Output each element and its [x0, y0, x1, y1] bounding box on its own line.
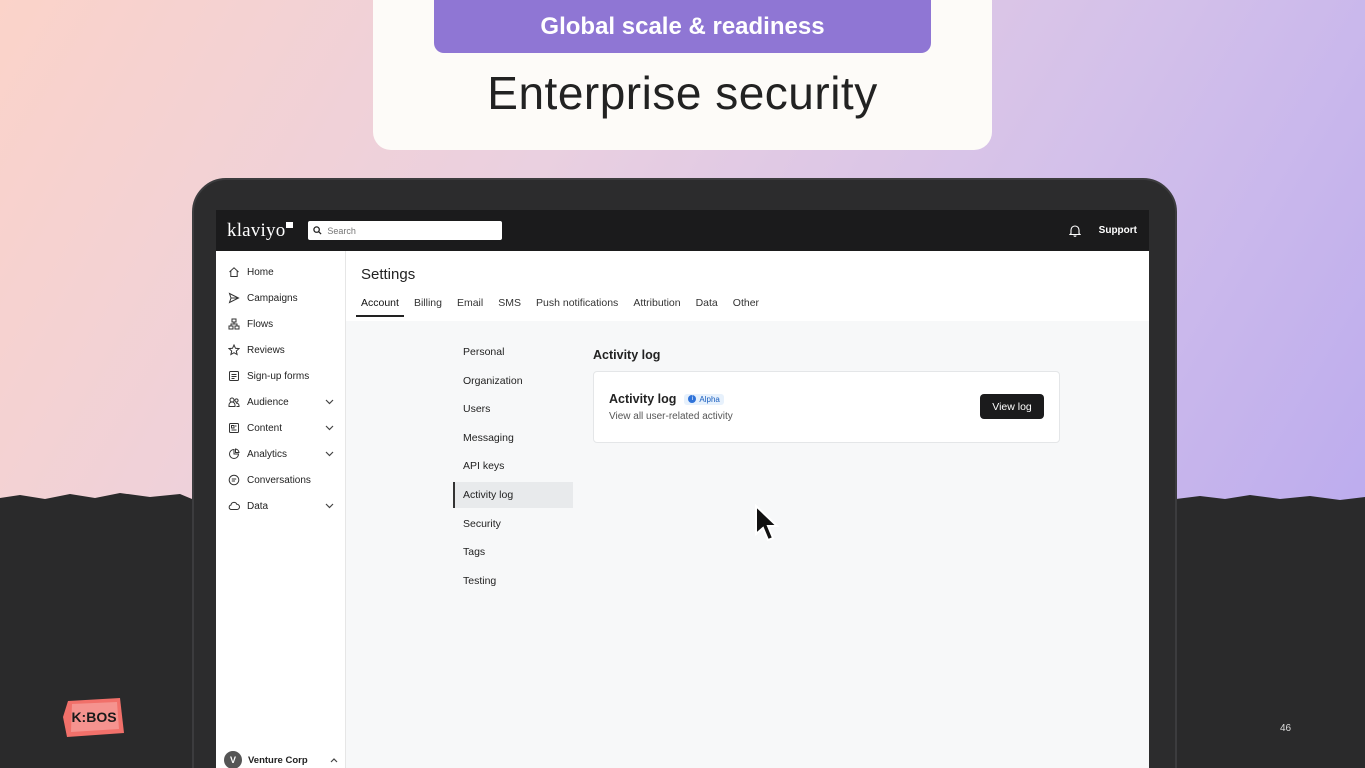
tab-data[interactable]: Data	[696, 297, 718, 317]
subnav-item-api-keys[interactable]: API keys	[453, 453, 573, 479]
subnav-item-security[interactable]: Security	[453, 511, 573, 537]
send-icon	[228, 292, 241, 305]
headline-card: Global scale & readiness Enterprise secu…	[373, 0, 992, 150]
card-subtitle: View all user-related activity	[609, 411, 733, 422]
tab-sms[interactable]: SMS	[498, 297, 521, 317]
sidebar-item-home[interactable]: Home	[228, 263, 334, 281]
badge-label: Alpha	[699, 394, 720, 404]
sidebar-item-signup-forms[interactable]: Sign-up forms	[228, 367, 334, 385]
flows-icon	[228, 318, 241, 331]
sidebar-item-campaigns[interactable]: Campaigns	[228, 289, 334, 307]
headline-banner: Global scale & readiness	[434, 0, 931, 53]
search-icon	[313, 226, 322, 235]
activity-log-card: Activity log i Alpha View all user-relat…	[593, 371, 1060, 443]
app-screen: klaviyo Support Home Campaigns Flows R	[216, 210, 1149, 768]
svg-text:K:BOS: K:BOS	[71, 709, 116, 725]
headline-title: Enterprise security	[487, 67, 878, 119]
sidebar: Home Campaigns Flows Reviews Sign-up for…	[216, 251, 346, 768]
sidebar-item-label: Conversations	[247, 474, 311, 486]
sidebar-item-data[interactable]: Data	[228, 497, 334, 515]
main-content: Settings Account Billing Email SMS Push …	[346, 251, 1149, 768]
sidebar-item-label: Campaigns	[247, 292, 298, 304]
sidebar-item-label: Reviews	[247, 344, 285, 356]
chevron-down-icon[interactable]	[325, 451, 334, 457]
sidebar-item-label: Flows	[247, 318, 274, 330]
chevron-down-icon[interactable]	[325, 503, 334, 509]
alpha-badge: i Alpha	[684, 393, 724, 405]
sidebar-item-label: Home	[247, 266, 274, 278]
home-icon	[228, 266, 241, 279]
subnav-item-testing[interactable]: Testing	[453, 568, 573, 594]
people-icon	[228, 396, 241, 409]
bell-icon[interactable]	[1068, 224, 1081, 237]
tab-push-notifications[interactable]: Push notifications	[536, 297, 618, 317]
view-log-button[interactable]: View log	[980, 394, 1044, 419]
search-input[interactable]	[327, 225, 488, 236]
settings-tabs: Account Billing Email SMS Push notificat…	[356, 297, 774, 317]
tab-account[interactable]: Account	[356, 297, 404, 317]
chevron-down-icon[interactable]	[325, 425, 334, 431]
tab-email[interactable]: Email	[457, 297, 483, 317]
info-icon: i	[688, 395, 697, 403]
tab-billing[interactable]: Billing	[414, 297, 442, 317]
pie-icon	[228, 447, 241, 461]
chat-icon	[228, 474, 241, 487]
avatar: V	[224, 751, 242, 768]
logo-text: klaviyo	[227, 219, 286, 241]
subnav-item-personal[interactable]: Personal	[453, 339, 573, 365]
tab-other[interactable]: Other	[733, 297, 759, 317]
page-title: Settings	[361, 266, 416, 283]
chevron-down-icon[interactable]	[325, 399, 334, 405]
star-icon	[228, 343, 241, 357]
sidebar-item-label: Content	[247, 422, 283, 434]
logo-flag-icon	[286, 221, 294, 228]
subnav-item-activity-log[interactable]: Activity log	[453, 481, 573, 508]
support-link[interactable]: Support	[1099, 225, 1137, 236]
mouse-cursor-icon	[755, 504, 780, 542]
sidebar-item-content[interactable]: Content	[228, 419, 334, 437]
sidebar-item-analytics[interactable]: Analytics	[228, 445, 334, 463]
account-switcher[interactable]: V Venture Corp	[224, 751, 338, 768]
card-title: Activity log i Alpha	[609, 392, 724, 406]
content-icon	[228, 422, 241, 435]
sidebar-item-audience[interactable]: Audience	[228, 393, 334, 411]
sidebar-item-label: Analytics	[247, 448, 288, 460]
tab-attribution[interactable]: Attribution	[633, 297, 680, 317]
card-title-text: Activity log	[609, 392, 677, 406]
subnav-item-tags[interactable]: Tags	[453, 539, 573, 565]
sidebar-item-flows[interactable]: Flows	[228, 315, 334, 333]
subnav-item-users[interactable]: Users	[453, 396, 573, 422]
chevron-up-icon	[330, 757, 338, 763]
sidebar-item-label: Sign-up forms	[247, 370, 310, 382]
subnav-item-organization[interactable]: Organization	[453, 368, 573, 394]
form-icon	[228, 370, 241, 383]
settings-header: Settings Account Billing Email SMS Push …	[346, 251, 1149, 321]
sidebar-item-conversations[interactable]: Conversations	[228, 471, 334, 489]
account-subnav: Personal Organization Users Messaging AP…	[453, 339, 573, 596]
kbos-logo: K:BOS	[62, 695, 126, 744]
klaviyo-logo[interactable]: klaviyo	[227, 219, 294, 242]
subnav-item-messaging[interactable]: Messaging	[453, 425, 573, 451]
sidebar-item-label: Data	[247, 500, 269, 512]
account-name: Venture Corp	[248, 754, 308, 766]
sidebar-item-label: Audience	[247, 396, 289, 408]
search-bar[interactable]	[308, 221, 503, 240]
page-number: 46	[1280, 723, 1292, 734]
top-bar: klaviyo Support	[216, 210, 1149, 251]
sidebar-item-reviews[interactable]: Reviews	[228, 341, 334, 359]
section-title: Activity log	[593, 348, 661, 362]
cloud-icon	[228, 500, 241, 513]
